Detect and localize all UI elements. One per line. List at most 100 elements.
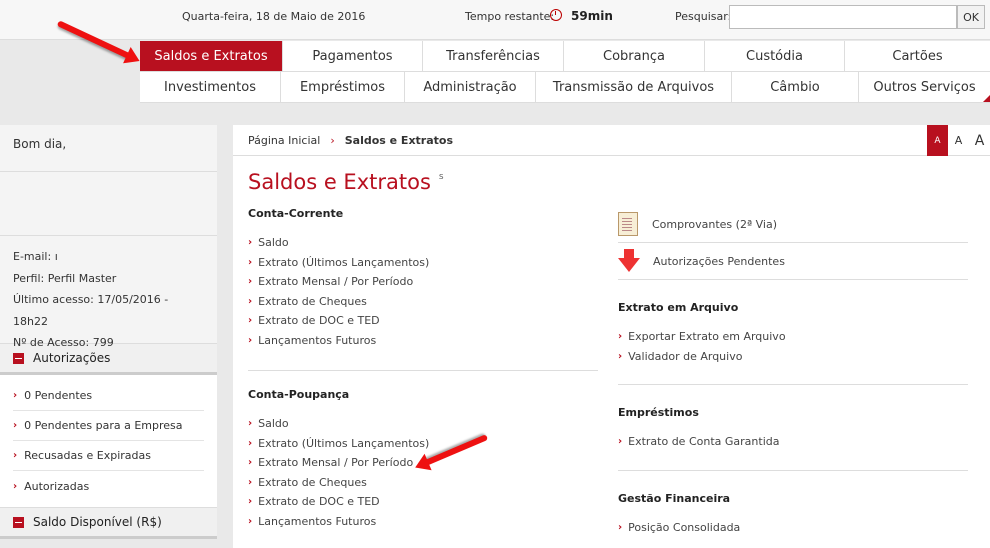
cp-lancamentos-futuros-link[interactable]: › Lançamentos Futuros (248, 512, 598, 532)
auth-recusadas[interactable]: › Recusadas e Expiradas (13, 441, 204, 471)
cp-extrato-cheques-link[interactable]: › Extrato de Cheques (248, 473, 598, 493)
cc-extrato-doc-ted-link[interactable]: › Extrato de DOC e TED (248, 311, 598, 331)
chevron-right-icon: › (248, 515, 253, 527)
nav-transferencias[interactable]: Transferências (423, 41, 564, 71)
font-size-medium-button[interactable]: A (948, 125, 969, 156)
nav-saldos-extratos[interactable]: Saldos e Extratos (140, 41, 283, 71)
chevron-right-icon: › (618, 521, 623, 533)
conta-corrente-links: › Saldo › Extrato (Últimos Lançamentos) › E… (248, 233, 598, 350)
balance-header[interactable]: Saldo Disponível (R$) (0, 507, 217, 539)
chevron-right-icon: › (248, 315, 253, 327)
services-column: Comprovantes (2ª Via) Autorizações Pende… (618, 206, 968, 537)
nav-outros-servicos[interactable]: Outros Serviços (859, 72, 990, 102)
page-title-text: Saldos e Extratos (248, 170, 431, 194)
conta-garantida-link[interactable]: › Extrato de Conta Garantida (618, 432, 968, 452)
auth-pendentes-label: 0 Pendentes (24, 389, 93, 402)
cp-extrato-ultimos-link[interactable]: › Extrato (Últimos Lançamentos) (248, 434, 598, 454)
nav-cambio[interactable]: Câmbio (732, 72, 859, 102)
auth-pendentes[interactable]: › 0 Pendentes (13, 381, 204, 411)
conta-corrente-title: Conta-Corrente (248, 207, 344, 220)
nav-investimentos[interactable]: Investimentos (140, 72, 281, 102)
gestao-financeira-links: › Posição Consolidada (618, 518, 968, 538)
cp-extrato-cheques-label: Extrato de Cheques (258, 475, 367, 489)
breadcrumb-current: Saldos e Extratos (344, 133, 454, 147)
nav-cartoes[interactable]: Cartões (845, 41, 990, 71)
main-nav-row-1: Saldos e Extratos Pagamentos Transferênc… (140, 41, 990, 72)
nav-pagamentos[interactable]: Pagamentos (283, 41, 423, 71)
nav-transmissao-arquivos[interactable]: Transmissão de Arquivos (536, 72, 732, 102)
font-size-controls: A A A (927, 125, 990, 156)
exportar-extrato-label: Exportar Extrato em Arquivo (628, 330, 786, 344)
cp-saldo-link[interactable]: › Saldo (248, 414, 598, 434)
cc-extrato-ultimos-link[interactable]: › Extrato (Últimos Lançamentos) (248, 253, 598, 273)
font-size-large-button[interactable]: A (969, 125, 990, 156)
cc-lancamentos-futuros-link[interactable]: › Lançamentos Futuros (248, 331, 598, 351)
receipt-icon (618, 212, 638, 236)
chevron-right-icon: › (248, 457, 253, 469)
auth-recusadas-label: Recusadas e Expiradas (24, 449, 151, 462)
page-title: Saldos e Extratos s (248, 170, 444, 194)
autorizacoes-pendentes-link[interactable]: Autorizações Pendentes (618, 243, 968, 280)
main-nav-row-2: Investimentos Empréstimos Administração … (140, 72, 990, 103)
chevron-right-icon: › (13, 480, 18, 492)
balance-title: Saldo Disponível (R$) (33, 515, 162, 529)
extrato-arquivo-title: Extrato em Arquivo (618, 301, 739, 314)
chevron-right-icon: › (330, 133, 335, 147)
section-divider (248, 370, 598, 371)
chevron-right-icon: › (618, 436, 623, 448)
top-bar: Quarta-feira, 18 de Maio de 2016 Tempo r… (0, 0, 990, 40)
cp-saldo-label: Saldo (258, 417, 289, 431)
chevron-right-icon: › (618, 331, 623, 343)
comprovantes-label: Comprovantes (2ª Via) (652, 217, 777, 231)
user-profile: Perfil: Perfil Master (13, 271, 117, 285)
main-panel: Página Inicial › Saldos e Extratos A A A… (233, 125, 990, 548)
cc-extrato-mensal-label: Extrato Mensal / Por Período (258, 275, 414, 289)
chevron-right-icon: › (248, 496, 253, 508)
sidebar: Bom dia, E-mail: ı Perfil: Perfil Master… (0, 125, 217, 548)
posicao-consolidada-link[interactable]: › Posição Consolidada (618, 518, 968, 538)
search-label: Pesquisar: (675, 10, 732, 23)
chevron-right-icon: › (248, 295, 253, 307)
search-ok-button[interactable]: OK (957, 5, 985, 29)
cp-extrato-doc-ted-link[interactable]: › Extrato de DOC e TED (248, 492, 598, 512)
authorizations-title: Autorizações (33, 351, 111, 365)
chevron-right-icon: › (13, 420, 18, 431)
clock-icon (550, 9, 562, 21)
emprestimos-links: › Extrato de Conta Garantida (618, 432, 968, 452)
search-input[interactable] (729, 5, 957, 29)
user-email: E-mail: ı (13, 250, 58, 263)
nav-cobranca[interactable]: Cobrança (564, 41, 705, 71)
section-divider (618, 384, 968, 385)
cc-saldo-link[interactable]: › Saldo (248, 233, 598, 253)
section-divider (618, 469, 968, 471)
cc-extrato-cheques-label: Extrato de Cheques (258, 294, 367, 308)
breadcrumb: Página Inicial › Saldos e Extratos A A A (233, 125, 990, 156)
exportar-extrato-link[interactable]: › Exportar Extrato em Arquivo (618, 327, 968, 347)
breadcrumb-home[interactable]: Página Inicial (248, 134, 320, 147)
conta-garantida-label: Extrato de Conta Garantida (628, 435, 780, 449)
session-timer-value: 59min (571, 9, 613, 23)
auth-autorizadas[interactable]: › Autorizadas (13, 471, 204, 501)
chevron-right-icon: › (618, 350, 623, 362)
nav-custodia[interactable]: Custódia (705, 41, 845, 71)
comprovantes-link[interactable]: Comprovantes (2ª Via) (618, 206, 968, 243)
user-info: E-mail: ı Perfil: Perfil Master Último a… (0, 236, 217, 349)
cc-extrato-cheques-link[interactable]: › Extrato de Cheques (248, 292, 598, 312)
sidebar-spacer (0, 172, 217, 236)
chevron-right-icon: › (248, 276, 253, 288)
cc-lancamentos-futuros-label: Lançamentos Futuros (258, 333, 377, 347)
collapse-icon[interactable] (13, 516, 24, 528)
session-timer-label: Tempo restante: (465, 10, 555, 23)
current-date: Quarta-feira, 18 de Maio de 2016 (182, 10, 366, 23)
chevron-right-icon: › (248, 256, 253, 268)
chevron-right-icon: › (248, 418, 253, 430)
arrow-down-icon (618, 249, 640, 273)
nav-emprestimos[interactable]: Empréstimos (281, 72, 405, 102)
nav-administracao[interactable]: Administração (405, 72, 536, 102)
auth-pendentes-empresa[interactable]: › 0 Pendentes para a Empresa (13, 411, 204, 441)
validador-arquivo-link[interactable]: › Validador de Arquivo (618, 347, 968, 367)
collapse-icon[interactable] (13, 352, 24, 364)
font-size-small-button[interactable]: A (927, 125, 948, 156)
auth-autorizadas-label: Autorizadas (24, 479, 90, 493)
cc-extrato-mensal-link[interactable]: › Extrato Mensal / Por Período (248, 272, 598, 292)
